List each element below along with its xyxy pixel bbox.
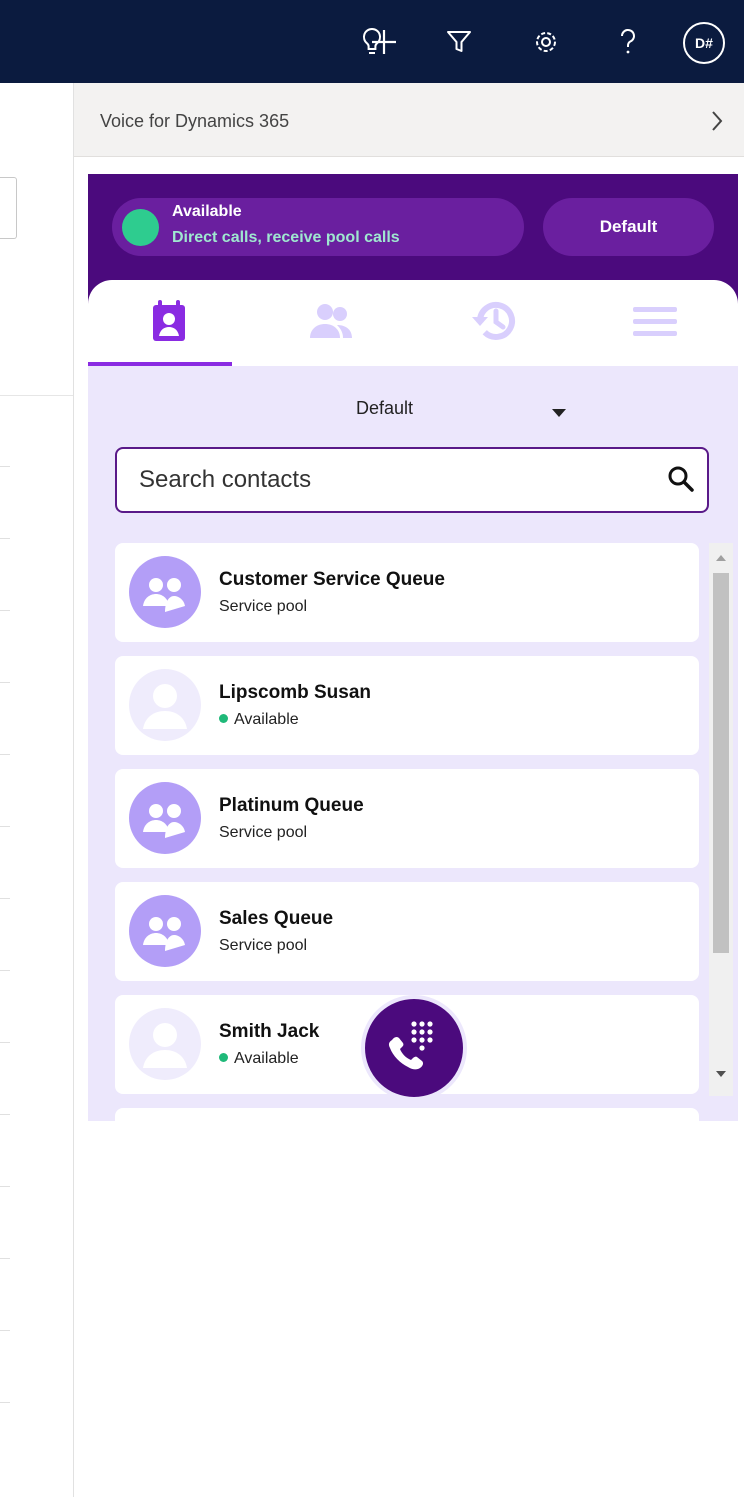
- contact-status-text: Available: [234, 711, 299, 728]
- divider: [0, 1186, 10, 1187]
- voice-widget: Available Direct calls, receive pool cal…: [88, 174, 738, 1121]
- contact-subtitle: Service pool: [219, 937, 308, 954]
- scroll-down-icon[interactable]: [716, 1071, 726, 1077]
- dialpad-phone-icon: [384, 1016, 444, 1081]
- contact-name: Smith Jack: [219, 1021, 320, 1042]
- divider: [0, 754, 10, 755]
- contact-status: Available: [219, 711, 299, 729]
- divider: [0, 898, 10, 899]
- main-content-area: [0, 83, 74, 1497]
- group-select-value: Default: [356, 398, 414, 418]
- contact-subtitle: Service pool: [219, 598, 308, 615]
- divider: [0, 1042, 10, 1043]
- divider: [0, 1258, 10, 1259]
- list-item[interactable]: Platinum Queue Service pool: [115, 769, 699, 868]
- filter-icon[interactable]: [441, 24, 477, 60]
- tab-contacts[interactable]: [88, 280, 250, 366]
- side-panel-header: Voice for Dynamics 365: [74, 83, 744, 157]
- group-avatar-icon: [129, 782, 201, 854]
- tab-bar: [88, 280, 738, 366]
- group-avatar-icon: [129, 895, 201, 967]
- scrollbar[interactable]: [709, 543, 733, 1096]
- divider: [0, 610, 10, 611]
- profile-default-button[interactable]: Default: [543, 198, 714, 256]
- contact-status-text: Available: [234, 1050, 299, 1067]
- chevron-right-icon[interactable]: [710, 109, 724, 138]
- left-field-edge: [0, 177, 17, 239]
- list-item[interactable]: [115, 1108, 699, 1121]
- available-dot: [219, 1053, 228, 1063]
- users-icon: [307, 302, 355, 345]
- panel-title: Voice for Dynamics 365: [100, 111, 290, 131]
- available-dot: [219, 714, 228, 724]
- status-indicator: [122, 209, 159, 246]
- contact-name: Lipscomb Susan: [219, 682, 372, 703]
- contact-group-dropdown[interactable]: Default: [308, 396, 568, 424]
- divider: [0, 1114, 10, 1115]
- contact-status: Available: [219, 1050, 299, 1068]
- list-item[interactable]: Customer Service Queue Service pool: [115, 543, 699, 642]
- divider: [0, 395, 73, 396]
- tab-teams[interactable]: [250, 280, 412, 366]
- divider: [0, 466, 10, 467]
- hamburger-icon: [633, 305, 677, 342]
- presence-status-selector[interactable]: Available Direct calls, receive pool cal…: [112, 198, 524, 256]
- status-subtitle: Direct calls, receive pool calls: [172, 229, 400, 246]
- help-icon[interactable]: [610, 24, 646, 60]
- search-box: [115, 447, 709, 513]
- scroll-up-icon[interactable]: [716, 555, 726, 561]
- divider: [0, 1330, 10, 1331]
- contacts-pane: Default Customer Service Queue Service p…: [88, 366, 738, 1121]
- list-item[interactable]: Lipscomb Susan Available: [115, 656, 699, 755]
- user-avatar[interactable]: D#: [683, 22, 725, 64]
- divider: [0, 682, 10, 683]
- dialpad-button[interactable]: [361, 995, 467, 1101]
- contact-name: Customer Service Queue: [219, 569, 445, 590]
- divider: [0, 970, 10, 971]
- search-input[interactable]: [139, 461, 639, 499]
- contact-book-icon: [152, 299, 186, 347]
- group-avatar-icon: [129, 556, 201, 628]
- search-icon[interactable]: [667, 465, 695, 498]
- settings-icon[interactable]: [528, 24, 564, 60]
- tab-menu[interactable]: [574, 280, 736, 366]
- tab-history[interactable]: [412, 280, 574, 366]
- divider: [0, 538, 10, 539]
- plus-icon[interactable]: [366, 24, 402, 60]
- history-icon: [470, 300, 516, 347]
- top-bar: D#: [0, 0, 744, 83]
- contact-subtitle: Service pool: [219, 824, 308, 841]
- person-avatar-icon: [129, 1008, 201, 1080]
- list-item[interactable]: Sales Queue Service pool: [115, 882, 699, 981]
- status-title: Available: [172, 203, 242, 220]
- divider: [0, 826, 10, 827]
- contact-name: Sales Queue: [219, 908, 334, 929]
- person-avatar-icon: [129, 669, 201, 741]
- caret-down-icon: [552, 409, 566, 417]
- scrollbar-thumb[interactable]: [713, 573, 729, 953]
- divider: [0, 1402, 10, 1403]
- contact-name: Platinum Queue: [219, 795, 364, 816]
